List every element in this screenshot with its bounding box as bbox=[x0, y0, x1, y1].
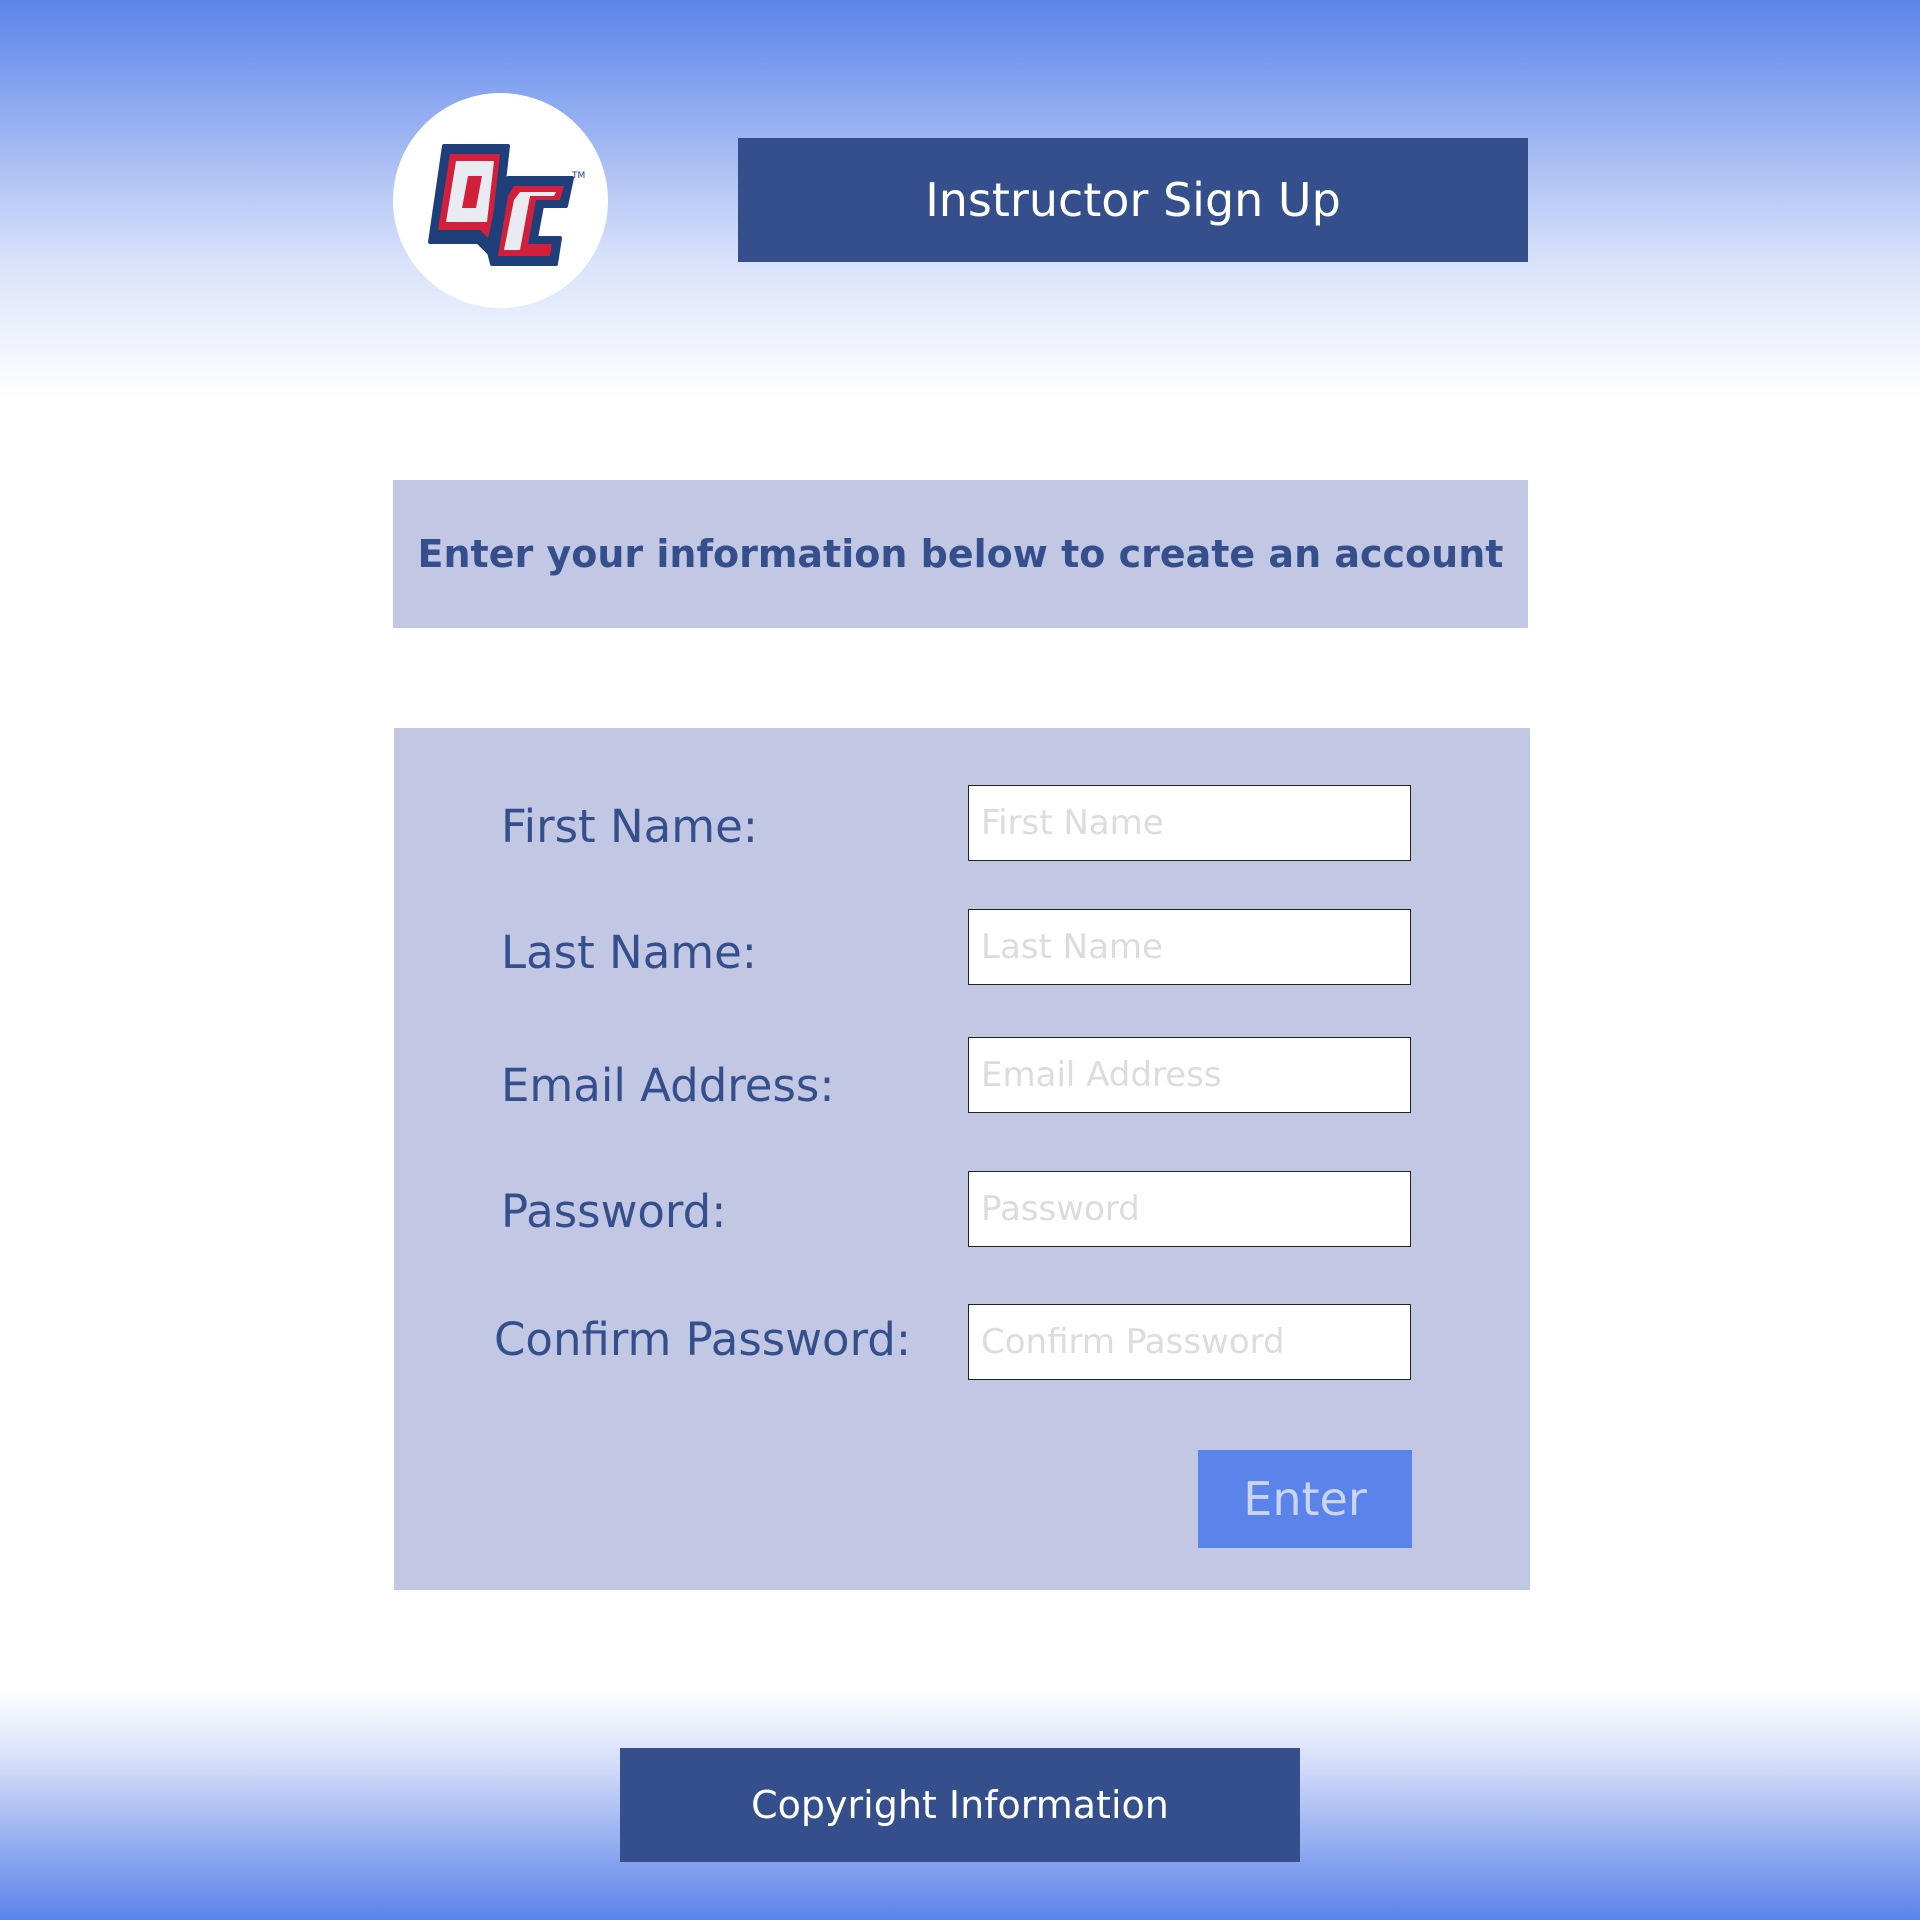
enter-button[interactable]: Enter bbox=[1198, 1450, 1412, 1548]
copyright-information[interactable]: Copyright Information bbox=[620, 1748, 1300, 1862]
instructions-text: Enter your information below to create a… bbox=[393, 480, 1528, 628]
email-address-label: Email Address: bbox=[501, 1059, 835, 1112]
page-title: Instructor Sign Up bbox=[738, 138, 1528, 262]
email-address-input[interactable] bbox=[968, 1037, 1411, 1113]
first-name-input[interactable] bbox=[968, 785, 1411, 861]
last-name-input[interactable] bbox=[968, 909, 1411, 985]
confirm-password-input[interactable] bbox=[968, 1304, 1411, 1380]
signup-form: First Name: Last Name: Email Address: Pa… bbox=[394, 728, 1530, 1590]
last-name-label: Last Name: bbox=[501, 926, 757, 979]
logo: TM bbox=[393, 93, 608, 308]
password-label: Password: bbox=[501, 1185, 727, 1238]
qc-logo-icon: TM bbox=[427, 143, 585, 266]
password-input[interactable] bbox=[968, 1171, 1411, 1247]
first-name-label: First Name: bbox=[501, 800, 758, 853]
svg-text:TM: TM bbox=[571, 171, 585, 181]
confirm-password-label: Confirm Password: bbox=[494, 1313, 912, 1366]
